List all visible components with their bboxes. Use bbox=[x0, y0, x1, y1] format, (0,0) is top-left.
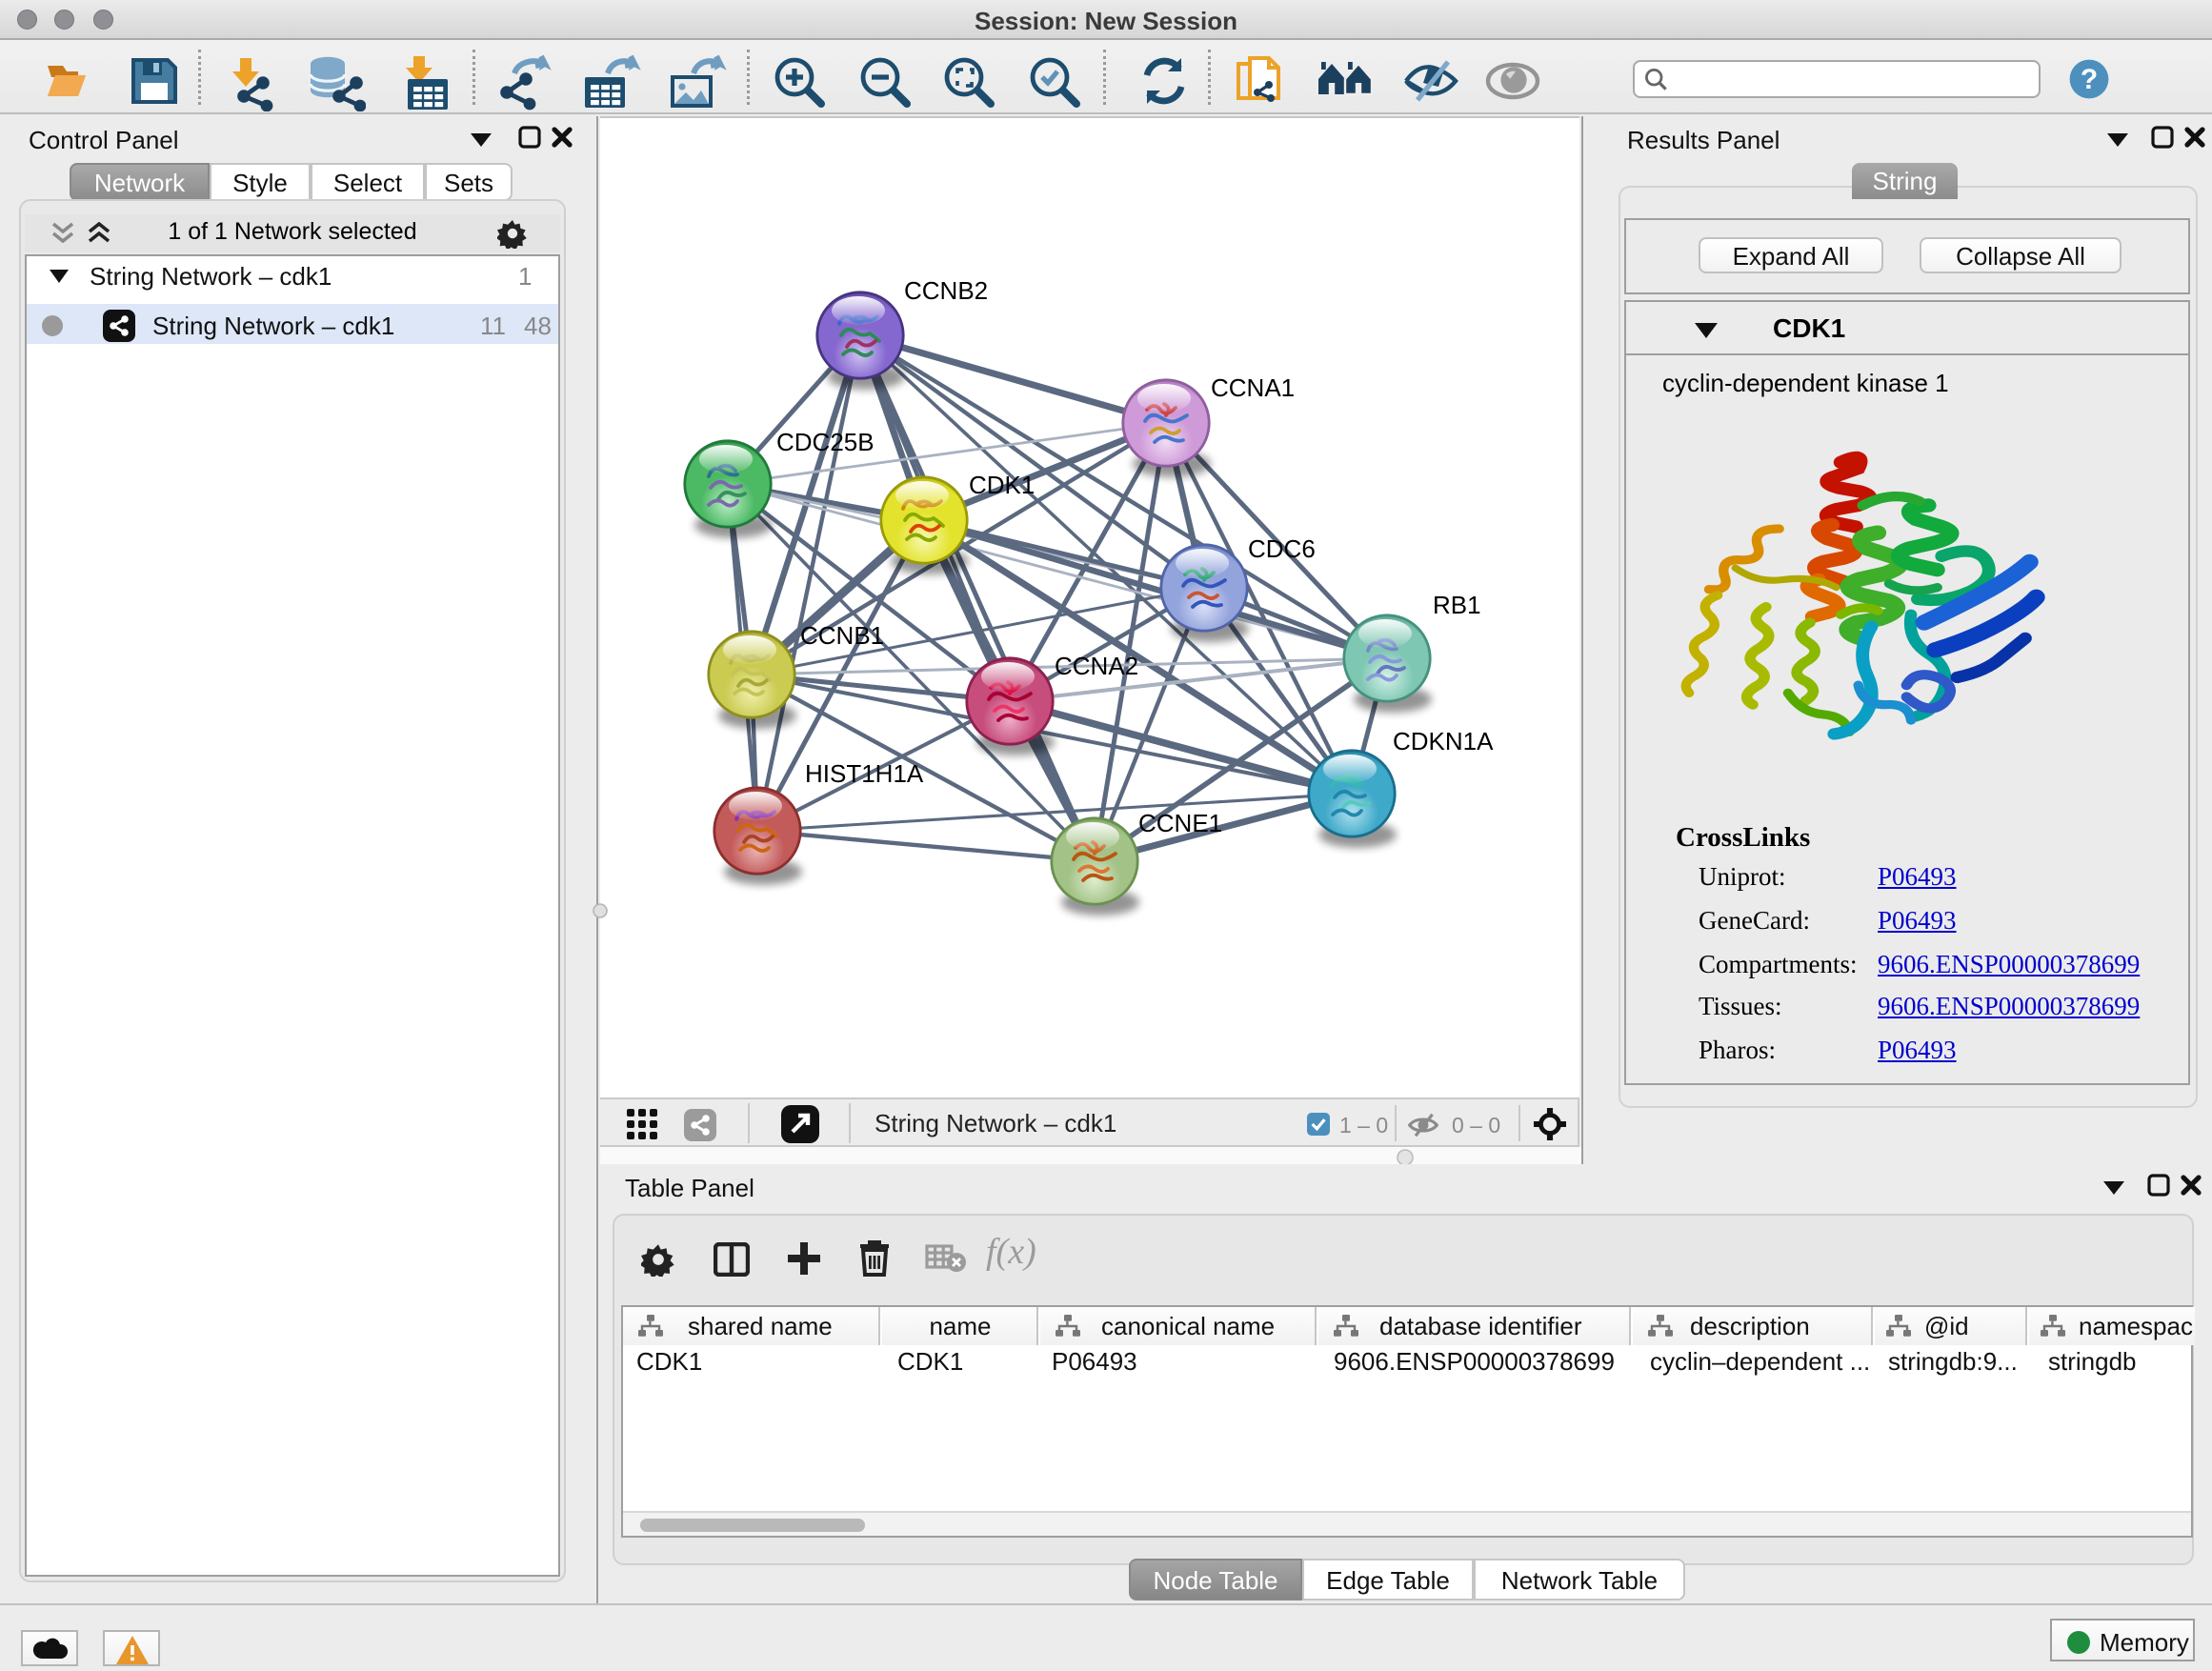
svg-text:CCNB1: CCNB1 bbox=[800, 621, 884, 650]
svg-text:CCNB2: CCNB2 bbox=[904, 276, 988, 305]
svg-text:CCNA1: CCNA1 bbox=[1211, 373, 1295, 402]
svg-text:?: ? bbox=[2081, 64, 2098, 95]
svg-text:HIST1H1A: HIST1H1A bbox=[805, 759, 924, 788]
svg-text:CDC25B: CDC25B bbox=[776, 428, 875, 456]
svg-text:RB1: RB1 bbox=[1433, 591, 1481, 619]
svg-text:CDK1: CDK1 bbox=[969, 471, 1035, 499]
svg-text:CCNE1: CCNE1 bbox=[1138, 809, 1222, 837]
svg-text:CDC6: CDC6 bbox=[1248, 534, 1316, 563]
svg-text:CDKN1A: CDKN1A bbox=[1393, 727, 1494, 755]
svg-text:CCNA2: CCNA2 bbox=[1055, 652, 1138, 680]
